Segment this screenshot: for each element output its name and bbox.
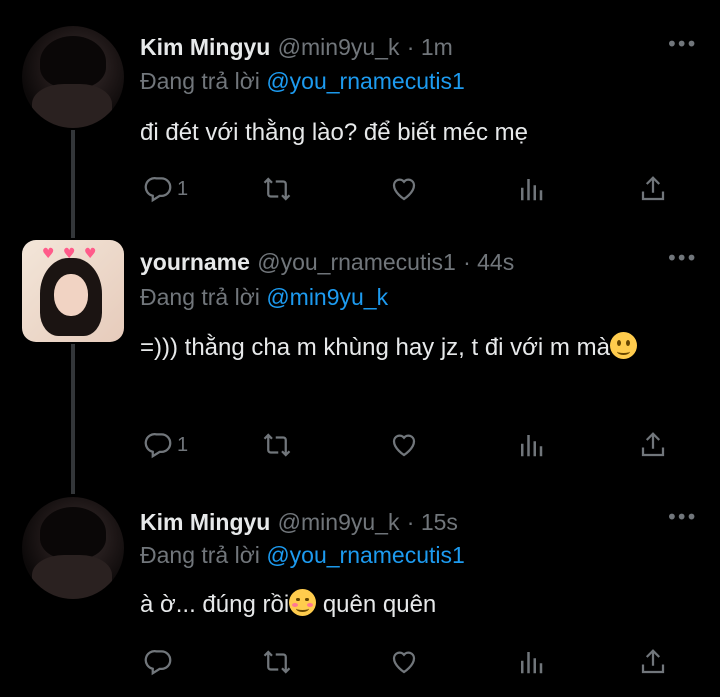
tweet-text: à ờ... đúng rồi quên quên (140, 584, 700, 625)
tweet-actions: 1 (140, 430, 680, 460)
like-button[interactable] (389, 430, 419, 460)
retweet-button[interactable] (262, 647, 292, 677)
share-button[interactable] (638, 174, 668, 204)
more-dots-icon[interactable]: ••• (666, 246, 697, 270)
views-icon (521, 179, 543, 201)
reply-prefix: Đang trả lời (140, 284, 260, 310)
tweet-header: Kim Mingyu @min9yu_k · 1m (140, 34, 453, 61)
tweet-actions (140, 647, 680, 677)
reply-icon (144, 177, 172, 203)
reply-button[interactable] (144, 647, 177, 677)
retweet-icon (263, 433, 291, 457)
display-name[interactable]: yourname (140, 249, 250, 275)
share-button[interactable] (638, 647, 668, 677)
timestamp[interactable]: · 44s (463, 249, 514, 275)
reply-mention-link[interactable]: @you_rnamecutis1 (266, 542, 465, 568)
heart-icon (392, 651, 416, 674)
tweet-text: đi đét với thằng lào? để biết méc mẹ (140, 112, 700, 153)
reply-context: Đang trả lời @min9yu_k (140, 284, 388, 311)
tweet[interactable]: Kim Mingyu @min9yu_k · 15s ••• Đang trả … (0, 485, 720, 697)
views-button[interactable] (516, 647, 546, 677)
like-button[interactable] (389, 647, 419, 677)
timestamp[interactable]: · 15s (407, 509, 458, 535)
tweet-text-content: à ờ... đúng rồi (140, 591, 290, 618)
tweet-header: yourname @you_rnamecutis1 · 44s (140, 249, 514, 276)
views-button[interactable] (516, 430, 546, 460)
views-icon (521, 652, 543, 674)
user-handle[interactable]: @you_rnamecutis1 (257, 249, 456, 275)
display-name[interactable]: Kim Mingyu (140, 34, 270, 60)
reply-icon (144, 433, 172, 459)
retweet-icon (263, 650, 291, 674)
reply-prefix: Đang trả lời (140, 542, 260, 568)
retweet-button[interactable] (262, 430, 292, 460)
tweet[interactable]: Kim Mingyu @min9yu_k · 1m ••• Đang trả l… (0, 0, 720, 230)
retweet-icon (263, 177, 291, 201)
tweet-actions: 1 (140, 174, 680, 204)
smiling-face-blush-icon (289, 589, 317, 616)
tweet-text-content: đi đét với thằng lào? để biết méc mẹ (140, 119, 528, 146)
share-icon (641, 432, 665, 457)
views-button[interactable] (516, 174, 546, 204)
reply-mention-link[interactable]: @you_rnamecutis1 (266, 68, 465, 94)
display-name[interactable]: Kim Mingyu (140, 509, 270, 535)
user-handle[interactable]: @min9yu_k (278, 34, 400, 60)
reply-count: 1 (177, 433, 189, 456)
share-button[interactable] (638, 430, 668, 460)
slightly-smiling-face-icon (609, 332, 637, 359)
reply-count: 1 (177, 177, 189, 200)
more-dots-icon[interactable]: ••• (666, 32, 697, 56)
tweet[interactable]: ♥ ♥ ♥ yourname @you_rnamecutis1 · 44s ••… (0, 230, 720, 485)
reply-context: Đang trả lời @you_rnamecutis1 (140, 68, 465, 95)
tweet-text: =))) thằng cha m khùng hay jz, t đi với … (140, 327, 680, 368)
tweet-text-content-end: quên quên (316, 591, 437, 618)
avatar-face (54, 274, 88, 316)
share-icon (641, 176, 665, 201)
reply-button[interactable]: 1 (144, 174, 188, 204)
reply-context: Đang trả lời @you_rnamecutis1 (140, 542, 465, 569)
avatar[interactable] (22, 497, 124, 599)
share-icon (641, 649, 665, 674)
reply-icon (144, 650, 172, 676)
reply-prefix: Đang trả lời (140, 68, 260, 94)
user-handle[interactable]: @min9yu_k (278, 509, 400, 535)
retweet-button[interactable] (262, 174, 292, 204)
heart-icon (392, 178, 416, 201)
reply-mention-link[interactable]: @min9yu_k (266, 284, 388, 310)
more-dots-icon[interactable]: ••• (666, 505, 697, 529)
timestamp[interactable]: · 1m (407, 34, 453, 60)
views-icon (521, 435, 543, 457)
heart-icon (392, 434, 416, 457)
like-button[interactable] (389, 174, 419, 204)
tweet-text-content: =))) thằng cha m khùng hay jz, t đi với … (140, 334, 610, 361)
avatar[interactable] (22, 26, 124, 128)
tweet-header: Kim Mingyu @min9yu_k · 15s (140, 509, 458, 536)
avatar[interactable]: ♥ ♥ ♥ (22, 240, 124, 342)
reply-button[interactable]: 1 (144, 430, 188, 460)
